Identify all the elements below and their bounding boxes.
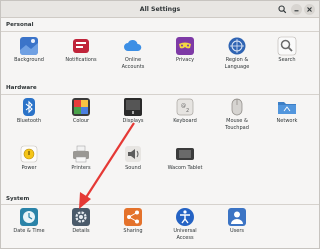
settings-item-label: Network: [276, 118, 298, 124]
settings-item-label: Details: [72, 228, 90, 234]
bluetooth-icon: [19, 97, 39, 117]
settings-window: All Settings Personal Background Notific…: [0, 0, 320, 249]
settings-item-label: Date & Time: [13, 228, 45, 234]
online-accounts-icon: [123, 36, 143, 56]
settings-item-region-language[interactable]: Region & Language: [211, 36, 263, 78]
settings-item-bluetooth[interactable]: Bluetooth: [3, 97, 55, 139]
settings-item-label: Universal Access: [173, 228, 197, 241]
mouse-icon: [227, 97, 247, 117]
search-icon[interactable]: [277, 4, 288, 15]
annotation-arrow: [79, 122, 135, 209]
settings-item-label: Background: [14, 57, 44, 63]
settings-item-label: Bluetooth: [16, 118, 42, 124]
settings-item-wacom-tablet[interactable]: Wacom Tablet: [159, 144, 211, 186]
settings-item-label: Notifications: [65, 57, 97, 63]
settings-item-label: Search: [278, 57, 296, 63]
section-divider: [1, 31, 319, 32]
network-icon: [277, 97, 297, 117]
settings-item-notifications[interactable]: Notifications: [55, 36, 107, 78]
settings-item-privacy[interactable]: Privacy: [159, 36, 211, 78]
window-title: All Settings: [139, 6, 181, 13]
section-hardware-heading: Hardware: [6, 85, 37, 91]
settings-item-users[interactable]: Users: [211, 207, 263, 249]
settings-item-label: Privacy: [175, 57, 195, 63]
settings-item-network[interactable]: Network: [261, 97, 313, 139]
settings-item-label: Power: [21, 165, 37, 171]
search-icon: [277, 36, 297, 56]
settings-item-power[interactable]: Power: [3, 144, 55, 186]
notifications-icon: [71, 36, 91, 56]
settings-item-label: Users: [229, 228, 244, 234]
universal-access-icon: [175, 207, 195, 227]
region-language-icon: [227, 36, 247, 56]
svg-text:2: 2: [186, 108, 189, 114]
settings-item-mouse-touchpad[interactable]: Mouse & Touchpad: [211, 97, 263, 139]
section-divider: [1, 204, 319, 205]
keyboard-icon: @2: [175, 97, 195, 117]
wacom-tablet-icon: [175, 144, 195, 164]
titlebar: All Settings: [1, 1, 319, 18]
close-icon[interactable]: [304, 4, 315, 15]
privacy-icon: [175, 36, 195, 56]
settings-item-universal-access[interactable]: Universal Access: [159, 207, 211, 249]
date-time-icon: [19, 207, 39, 227]
colour-icon: [71, 97, 91, 117]
power-icon: [19, 144, 39, 164]
displays-icon: [123, 97, 143, 117]
minimize-icon[interactable]: [291, 4, 302, 15]
settings-item-online-accounts[interactable]: Online Accounts: [107, 36, 159, 78]
settings-item-label: Online Accounts: [121, 57, 145, 70]
users-icon: [227, 207, 247, 227]
settings-item-label: Keyboard: [173, 118, 197, 124]
section-system-heading: System: [6, 196, 30, 202]
settings-item-label: Region & Language: [224, 57, 250, 70]
section-divider: [1, 94, 319, 95]
settings-item-label: Mouse & Touchpad: [225, 118, 249, 131]
background-icon: [19, 36, 39, 56]
settings-item-keyboard[interactable]: @2 Keyboard: [159, 97, 211, 139]
settings-item-label: Sharing: [123, 228, 143, 234]
settings-item-label: Wacom Tablet: [167, 165, 203, 171]
settings-item-background[interactable]: Background: [3, 36, 55, 78]
settings-item-date-time[interactable]: Date & Time: [3, 207, 55, 249]
section-personal-heading: Personal: [6, 22, 34, 28]
settings-item-search[interactable]: Search: [261, 36, 313, 78]
